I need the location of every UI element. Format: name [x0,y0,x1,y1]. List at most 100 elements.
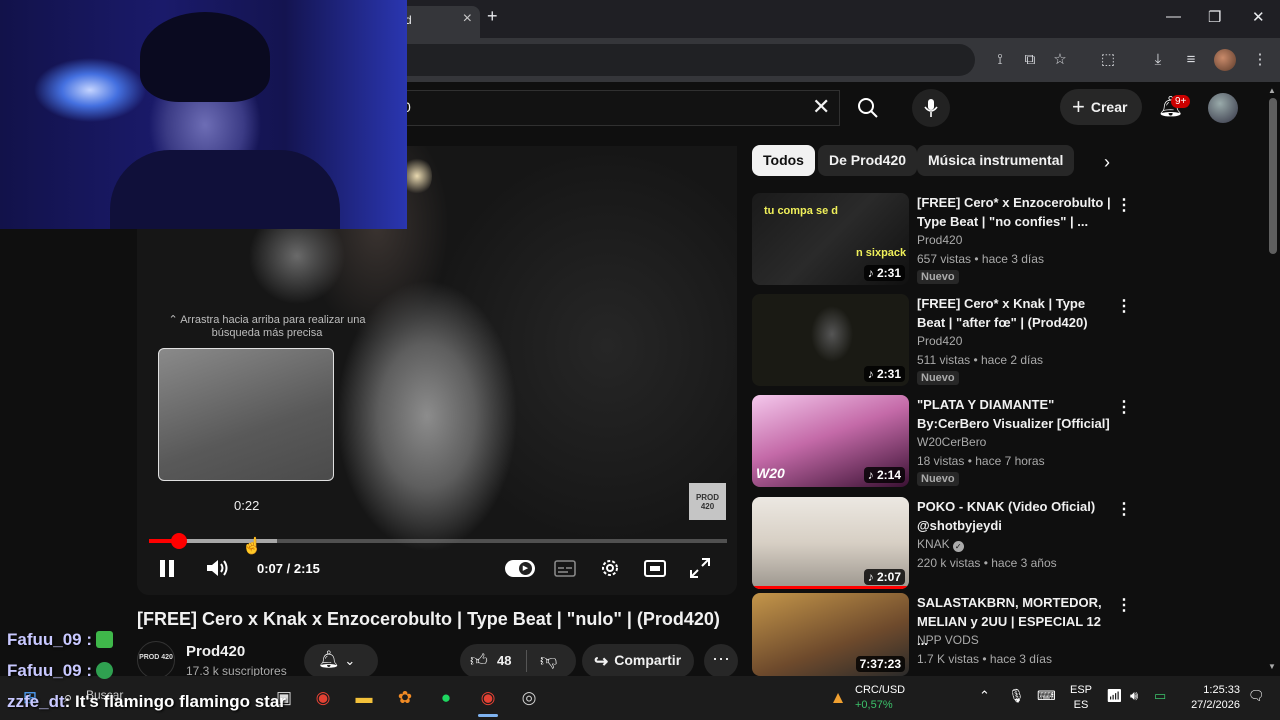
battery-icon[interactable]: ▭ [1154,688,1166,704]
kebab-menu-icon[interactable]: ⋮ [1116,595,1132,615]
chrome-active-icon[interactable]: ◉ [476,686,500,710]
thumbnail-caption: n sixpack [856,247,907,259]
chrome-taskbar-icon[interactable]: ◉ [311,686,335,710]
spotify-icon[interactable]: ● [434,686,458,710]
stock-widget[interactable]: CRC/USD +0,57% [855,683,905,713]
scroll-down-arrow-icon[interactable]: ▼ [1268,662,1276,671]
chat-username: Fafuu_09 [7,630,82,649]
kebab-menu-icon[interactable]: ⋮ [1116,397,1132,417]
new-tab-icon[interactable]: + [487,6,498,27]
subtitles-button[interactable] [553,556,577,586]
wifi-icon[interactable]: 📶︎ [1106,688,1123,704]
chip-todos[interactable]: Todos [752,145,815,176]
recommendation-item[interactable]: tu compa se d n sixpack ♪ 2:31 [FREE] Ce… [752,193,1132,285]
thumbs-up-icon[interactable]: 👍︎ [470,650,488,671]
channel-name[interactable]: Prod420 [186,643,245,660]
chip-de-prod420[interactable]: De Prod420 [818,145,918,176]
recommendation-channel[interactable]: KNAK ✓ [917,537,964,552]
create-label: Crear [1090,99,1128,115]
scroll-up-arrow-icon[interactable]: ▲ [1268,86,1276,95]
close-window-button[interactable]: ✕ [1252,8,1265,26]
video-thumbnail[interactable]: ♪ 2:31 [752,294,909,386]
browser-tab[interactable]: d × [395,6,480,38]
share-arrow-icon: ↪ [594,652,609,671]
voice-search-button[interactable] [912,89,950,127]
video-thumbnail[interactable]: tu compa se d n sixpack ♪ 2:31 [752,193,909,285]
autoplay-toggle[interactable]: ▶ [505,560,535,577]
tray-mic-icon[interactable]: 🎙︎ [1008,688,1025,704]
recommendation-channel[interactable]: W20CerBero [917,435,986,449]
more-actions-button[interactable]: ⋯ [704,644,738,678]
cast-icon[interactable]: ⧉ [1018,48,1042,72]
pause-button[interactable] [157,556,177,586]
language-indicator[interactable]: ESP ES [1070,683,1092,713]
subscription-bell-button[interactable]: 🔔︎ ⌄ [304,644,378,678]
browser-profile-avatar[interactable] [1214,49,1236,71]
speaker-icon[interactable]: 🔊︎ [1130,688,1138,704]
chat-line: zzfe_dt: It's flamingo flamingo star [7,692,286,712]
chips-next-chevron-icon[interactable]: › [1094,148,1120,176]
stock-widget-icon[interactable]: ▲ [826,686,850,710]
bookmark-star-icon[interactable]: ☆ [1048,48,1072,72]
tray-expand-chevron-icon[interactable]: ⌃ [979,688,990,704]
tab-close-icon[interactable]: × [463,10,472,28]
recommendation-item[interactable]: ♪ 2:31 [FREE] Cero* x Knak | Type Beat |… [752,294,1132,386]
clear-search-icon[interactable]: ✕ [812,94,830,120]
recommendation-channel[interactable]: Prod420 [917,233,962,247]
video-thumbnail[interactable]: 7:37:23 [752,593,909,676]
recommendation-item[interactable]: ♪ 2:07 POKO - KNAK (Video Oficial) @shot… [752,497,1132,589]
address-bar[interactable] [395,44,975,76]
volume-button[interactable] [205,556,231,586]
kebab-menu-icon[interactable]: ⋮ [1116,296,1132,316]
translate-icon[interactable]: ⟟ [988,48,1012,72]
search-button[interactable] [846,90,890,126]
notification-count-badge: 9+ [1171,95,1191,108]
search-input[interactable] [400,90,840,126]
kebab-menu-icon[interactable]: ⋮ [1116,499,1132,519]
plus-icon: + [1072,94,1085,119]
recommendation-title[interactable]: POKO - KNAK (Video Oficial) @shotbyjeydi [917,497,1112,535]
kebab-menu-icon[interactable]: ⋮ [1116,195,1132,215]
channel-avatar[interactable]: PROD 420 [137,641,175,679]
share-button[interactable]: ↪ Compartir [582,644,694,678]
channel-watermark[interactable]: PROD 420 [689,483,726,520]
obs-icon[interactable]: ◎ [517,686,541,710]
time-display: 0:07 / 2:15 [257,561,320,576]
recommendation-meta: 220 k vistas • hace 3 años [917,556,1057,570]
video-thumbnail[interactable]: ♪ 2:07 [752,497,909,589]
chat-username: Fafuu_09 [7,661,82,680]
fl-studio-icon[interactable]: ✿ [393,686,417,710]
maximize-button[interactable]: ❐ [1208,8,1221,26]
extensions-icon[interactable]: ⬚ [1096,48,1120,72]
recommendation-meta: 657 vistas • hace 3 días [917,252,1044,266]
recommendation-channel[interactable]: NPP VODS [917,633,979,647]
recommendation-title[interactable]: [FREE] Cero* x Knak | Type Beat | "after… [917,294,1112,332]
progress-scrubber-handle[interactable] [171,533,187,549]
webcam-overlay [0,0,407,229]
download-icon[interactable]: ⤓ [1146,48,1170,72]
notification-center-icon[interactable]: 🗨︎ [1248,688,1265,704]
file-explorer-icon[interactable]: ▬ [352,686,376,710]
like-divider [526,650,527,672]
fullscreen-button[interactable] [688,556,712,586]
recommendation-title[interactable]: [FREE] Cero* x Enzocerobulto | Type Beat… [917,193,1112,231]
account-avatar[interactable] [1208,93,1238,123]
duration-text: 2:14 [876,468,901,482]
system-clock[interactable]: 1:25:33 27/2/2026 [1186,683,1240,713]
scrollbar-thumb[interactable] [1269,98,1277,254]
video-thumbnail[interactable]: W20 ♪ 2:14 [752,395,909,487]
video-duration: ♪ 2:31 [863,265,905,281]
chip-musica-instrumental[interactable]: Música instrumental [917,145,1075,176]
recommendation-item[interactable]: 7:37:23 SALASTAKBRN, MORTEDOR, MELIAN y … [752,593,1132,676]
thumbs-down-icon[interactable]: 👎︎ [540,650,557,671]
browser-menu-icon[interactable]: ⋮ [1248,48,1272,72]
recommendation-channel[interactable]: Prod420 [917,334,962,348]
settings-button[interactable] [598,556,622,586]
recommendation-item[interactable]: W20 ♪ 2:14 "PLATA Y DIAMANTE" By:CerBero… [752,395,1132,487]
create-button[interactable]: + Crear [1060,89,1142,125]
recommendation-title[interactable]: "PLATA Y DIAMANTE" By:CerBero Visualizer… [917,395,1112,433]
tray-keyboard-icon[interactable]: ⌨ [1037,688,1056,704]
theater-mode-button[interactable] [643,556,667,586]
media-control-icon[interactable]: ≡ [1179,48,1203,72]
minimize-button[interactable]: — [1166,8,1181,25]
